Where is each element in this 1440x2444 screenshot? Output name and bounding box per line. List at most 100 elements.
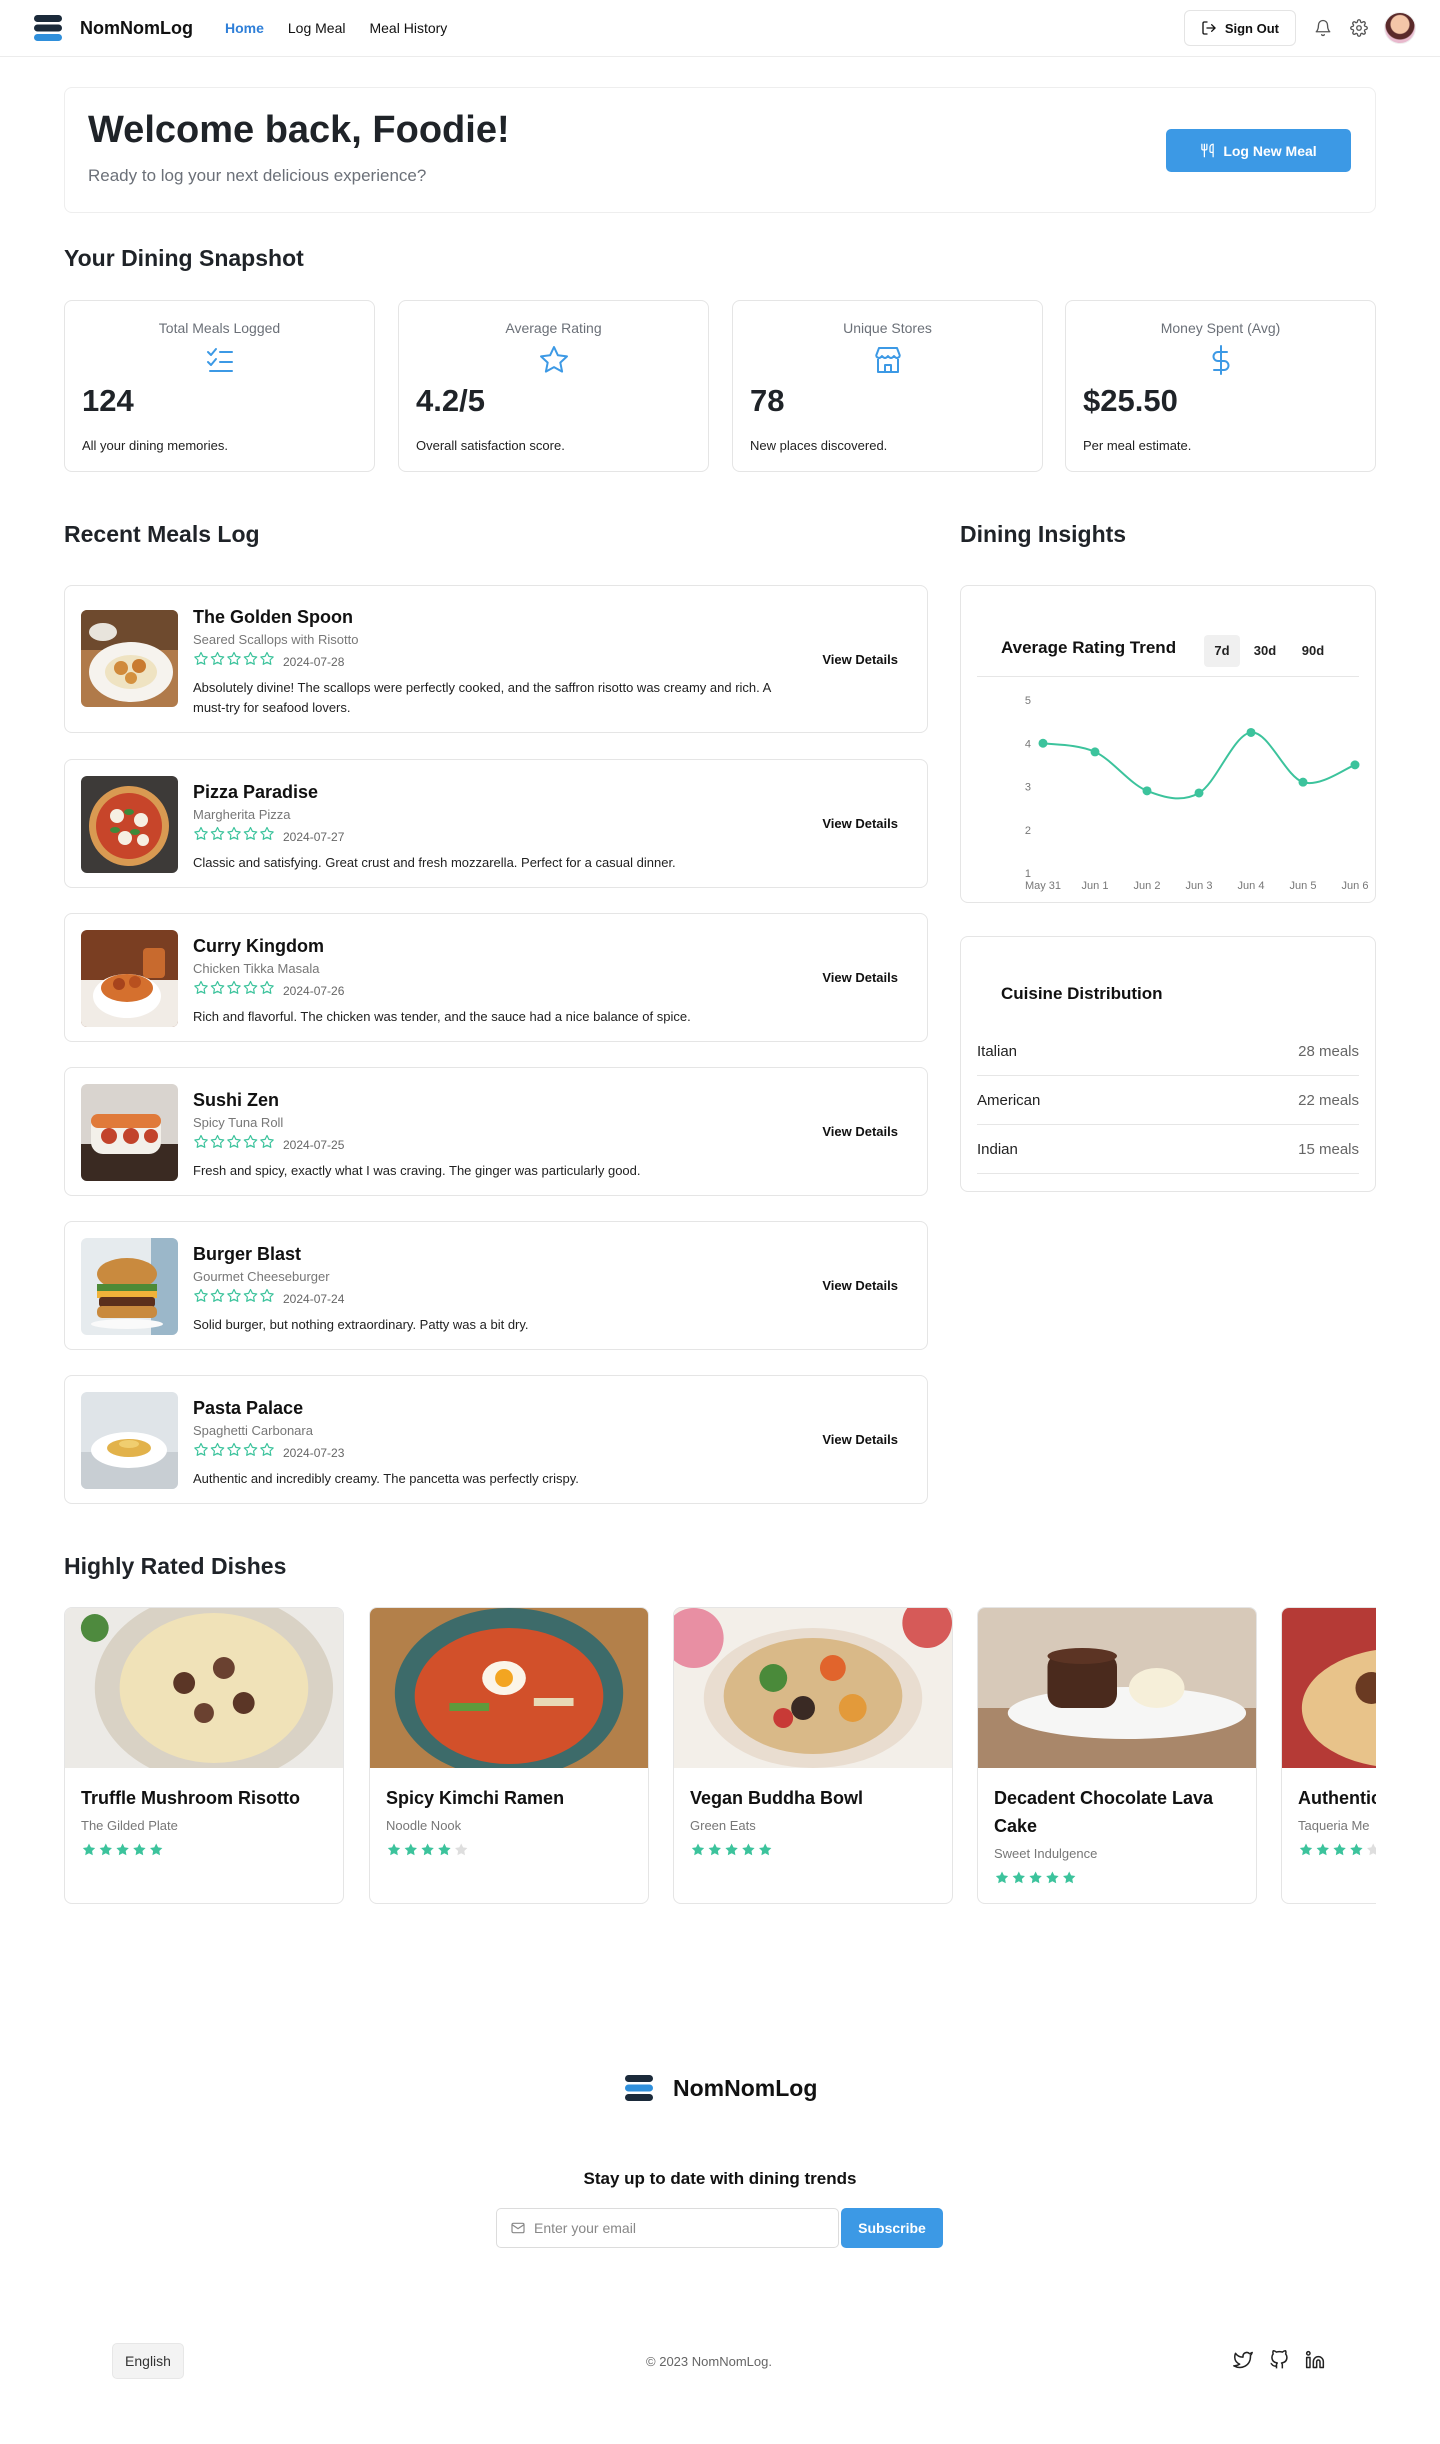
meal-rating: 2024-07-26 [193,980,344,1001]
sign-out-icon [1202,21,1216,35]
social-links [1233,2350,1341,2370]
meal-photo [81,930,178,1027]
dish-stars [994,1870,1078,1886]
gear-icon[interactable] [1348,17,1370,39]
brand-name[interactable]: NomNomLog [80,18,193,39]
stat-value: $25.50 [1083,383,1178,418]
x-tick-label: May 31 [1025,880,1061,892]
meal-note: Absolutely divine! The scallops were per… [193,680,771,715]
subscribe-button[interactable]: Subscribe [841,2208,943,2248]
y-tick-label: 2 [1025,825,1031,837]
stat-label: Money Spent (Avg) [1160,320,1281,336]
dish-name: Authentic [1298,1788,1376,1808]
bell-icon[interactable] [1312,17,1334,39]
logo-icon[interactable] [34,13,62,43]
rating-point[interactable] [1090,747,1100,757]
dish-store: Sweet Indulgence [994,1846,1098,1861]
rating-point[interactable] [1350,760,1360,770]
meal-date: 2024-07-25 [283,1137,345,1152]
meal-photo [81,1084,178,1181]
meal-entry: Curry Kingdom Chicken Tikka Masala 2024-… [64,913,928,1042]
insights-title: Dining Insights [960,521,1127,547]
dish-store: Noodle Nook [386,1818,462,1833]
footer-brand-name: NomNomLog [673,2074,818,2101]
dish-photo [1282,1608,1376,1768]
meal-dish-name: Spicy Tuna Roll [193,1115,284,1130]
meal-note: Fresh and spicy, exactly what I was crav… [193,1163,641,1178]
user-avatar[interactable] [1384,12,1416,44]
meal-entry: The Golden Spoon Seared Scallops with Ri… [64,585,928,733]
meal-date: 2024-07-26 [283,983,345,998]
star-rating-icon [193,1288,275,1309]
log-new-meal-button[interactable]: Log New Meal [1166,129,1351,172]
dish-card[interactable]: Truffle Mushroom Risotto The Gilded Plat… [64,1607,344,1904]
meal-store-name: The Golden Spoon [193,607,353,627]
dish-store: The Gilded Plate [81,1818,178,1833]
snapshot-title: Your Dining Snapshot [64,245,304,271]
view-details-button[interactable]: View Details [822,1278,898,1293]
rating-point[interactable] [1142,786,1152,796]
utensils-icon [1201,143,1215,158]
nav-link-log-meal[interactable]: Log Meal [288,20,346,36]
meal-store-name: Curry Kingdom [193,936,325,956]
meal-entry: Burger Blast Gourmet Cheeseburger 2024-0… [64,1221,928,1350]
x-tick-label: Jun 4 [1238,880,1265,892]
dish-card[interactable]: Authentic Taqueria Me [1281,1607,1376,1904]
y-tick-label: 5 [1025,695,1031,707]
dish-card[interactable]: Decadent Chocolate Lava Cake Sweet Indul… [977,1607,1257,1904]
nav-link-home[interactable]: Home [225,20,264,36]
email-input[interactable] [534,2220,824,2236]
meal-entry: Pasta Palace Spaghetti Carbonara 2024-07… [64,1375,928,1504]
x-tick-label: Jun 5 [1290,880,1317,892]
stat-label: Total Meals Logged [158,320,281,336]
view-details-button[interactable]: View Details [822,970,898,985]
meal-entry: Pizza Paradise Margherita Pizza 2024-07-… [64,759,928,888]
welcome-card: Welcome back, Foodie! Ready to log your … [64,87,1376,213]
meal-rating: 2024-07-24 [193,1288,344,1309]
star-rating-icon [193,651,275,672]
meal-dish-name: Seared Scallops with Risotto [193,632,359,647]
dish-photo [978,1608,1256,1768]
cuisine-title: Cuisine Distribution [1001,984,1163,1003]
twitter-icon[interactable] [1233,2350,1253,2370]
dish-card[interactable]: Vegan Buddha Bowl Green Eats [673,1607,953,1904]
linkedin-icon[interactable] [1305,2350,1325,2370]
meal-rating: 2024-07-28 [193,651,344,672]
rating-point[interactable] [1038,738,1048,748]
dish-card[interactable]: Spicy Kimchi Ramen Noodle Nook [369,1607,649,1904]
nav-link-meal-history[interactable]: Meal History [369,20,447,36]
stat-card-total-meals: Total Meals Logged 124 All your dining m… [64,300,375,472]
meal-rating: 2024-07-25 [193,1134,344,1155]
view-details-button[interactable]: View Details [822,1124,898,1139]
dish-name: Truffle Mushroom Risotto [81,1788,300,1808]
sign-out-button[interactable]: Sign Out [1183,10,1296,46]
meal-photo [81,1392,178,1489]
meal-photo [81,1238,178,1335]
view-details-button[interactable]: View Details [822,652,898,667]
star-rating-icon [193,1442,275,1463]
cuisine-name: Italian [977,1042,1018,1060]
rating-point[interactable] [1194,788,1204,798]
stat-value: 4.2/5 [416,383,485,418]
cuisine-count: 15 meals [1298,1140,1359,1158]
view-details-button[interactable]: View Details [822,816,898,831]
meal-rating: 2024-07-23 [193,1442,344,1463]
copyright-text: © 2023 NomNomLog. [646,2354,772,2369]
rating-point[interactable] [1246,727,1256,737]
dish-store: Taqueria Me [1298,1818,1370,1833]
recent-meals-title: Recent Meals Log [64,521,260,547]
cuisine-distribution-card: Cuisine Distribution Italian 28 meals Am… [960,936,1376,1192]
stat-sub: New places discovered. [750,438,888,453]
email-field[interactable] [496,2208,839,2248]
meal-note: Authentic and incredibly creamy. The pan… [193,1471,579,1486]
dishes-carousel[interactable]: Truffle Mushroom Risotto The Gilded Plat… [64,1607,1376,1907]
meal-dish-name: Spaghetti Carbonara [193,1423,313,1438]
meal-date: 2024-07-28 [283,654,345,669]
github-icon[interactable] [1269,2350,1289,2370]
checklist-icon [206,348,233,372]
view-details-button[interactable]: View Details [822,1432,898,1447]
welcome-subtitle: Ready to log your next delicious experie… [88,166,427,185]
dish-stars [386,1842,470,1858]
meal-note: Solid burger, but nothing extraordinary.… [193,1317,529,1332]
rating-point[interactable] [1298,777,1308,787]
